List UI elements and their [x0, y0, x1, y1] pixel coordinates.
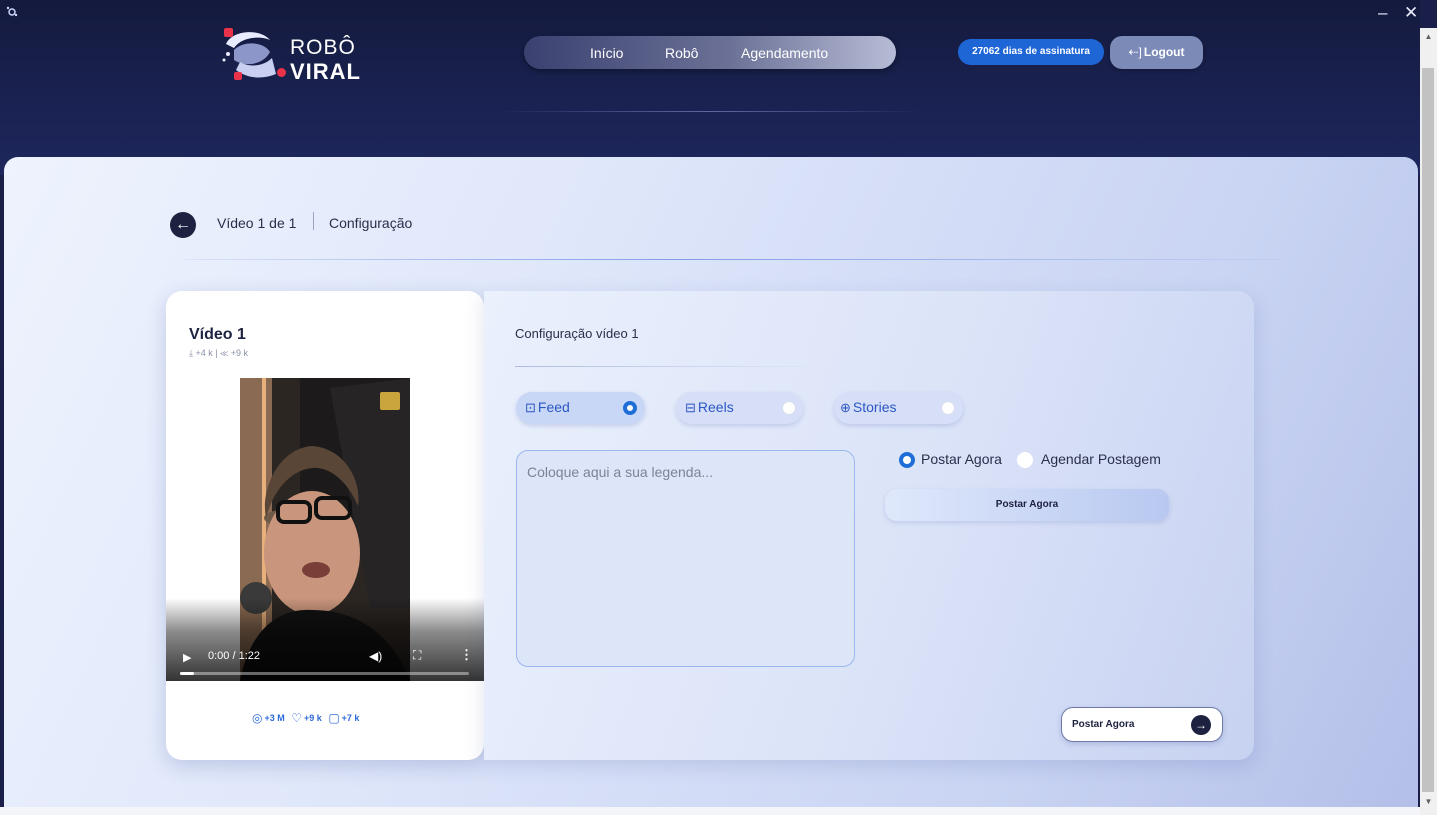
instagram-icon: ⊡ [525, 400, 536, 415]
logout-button[interactable]: ⇠] Logout [1110, 36, 1203, 69]
window-minimize-button[interactable]: – [1378, 4, 1387, 21]
fullscreen-icon[interactable]: ⛶ [413, 648, 421, 663]
mode-label-post-now[interactable]: Postar Agora [921, 451, 1002, 467]
likes-stat: ♡ +9 k [291, 711, 322, 725]
video-downloads: +4 k [195, 348, 213, 358]
type-option-reels-label-wrap: ⊟ Reels [685, 399, 734, 416]
video-progress-bar[interactable] [180, 672, 469, 675]
video-card: Vídeo 1 ⤓ +4 k | ≪ +9 k ▶ 0:00 / 1:22 ◀)… [166, 291, 484, 760]
app-icon [6, 6, 18, 21]
share-icon: ≪ [220, 348, 229, 358]
window-close-button[interactable]: ✕ [1404, 4, 1418, 21]
post-now-wide-button[interactable]: Postar Agora [885, 489, 1169, 521]
video-controls: ▶ 0:00 / 1:22 ◀) ⛶ ⋮ [166, 598, 484, 681]
arrow-right-icon: → [1191, 715, 1211, 735]
type-option-stories-label: Stories [852, 399, 897, 415]
comments-stat: ▢ +7 k [328, 711, 359, 725]
type-option-feed[interactable]: ⊡ Feed [516, 392, 645, 424]
play-icon[interactable]: ▶ [183, 651, 191, 664]
views-count: +3 M [264, 713, 285, 723]
reels-icon: ⊟ [685, 400, 696, 415]
scroll-down-arrow-icon[interactable]: ▼ [1420, 795, 1437, 809]
likes-count: +9 k [304, 713, 322, 723]
comments-count: +7 k [341, 713, 360, 723]
more-options-icon[interactable]: ⋮ [460, 647, 473, 663]
mode-radio-post-now[interactable] [899, 452, 915, 468]
type-option-reels-label: Reels [697, 399, 734, 415]
video-shares: +9 k [230, 348, 249, 358]
heart-icon: ♡ [291, 711, 303, 725]
comment-icon: ▢ [328, 711, 340, 725]
logout-icon: ⇠] [1128, 45, 1142, 59]
type-option-feed-label-wrap: ⊡ Feed [525, 399, 570, 416]
mode-label-schedule[interactable]: Agendar Postagem [1041, 451, 1161, 467]
video-progress-fill [180, 672, 195, 675]
video-time: 0:00 / 1:22 [208, 650, 260, 662]
video-title: Vídeo 1 [189, 326, 246, 343]
scrollbar-thumb[interactable] [1422, 68, 1434, 792]
type-option-reels[interactable]: ⊟ Reels [676, 392, 803, 424]
subscription-badge: 27062 dias de assinatura [958, 39, 1104, 65]
robot-viral-logo-icon [222, 28, 276, 80]
logo-dot [277, 68, 286, 77]
breadcrumb-separator [313, 212, 314, 230]
bottom-strip [0, 807, 1420, 815]
nav-item-agendamento[interactable]: Agendamento [741, 45, 828, 61]
config-divider [515, 366, 825, 367]
logout-label: Logout [1143, 45, 1185, 59]
nav-item-robo[interactable]: Robô [665, 45, 698, 61]
breadcrumb-divider [185, 259, 1280, 260]
type-option-feed-label: Feed [537, 399, 570, 415]
stories-icon: ⊕ [840, 400, 851, 415]
back-button[interactable]: ← [170, 212, 196, 238]
type-option-feed-radio[interactable] [623, 401, 637, 415]
nav-item-inicio[interactable]: Início [590, 45, 623, 61]
arrow-left-icon: ← [175, 216, 191, 233]
type-option-stories[interactable]: ⊕ Stories [834, 392, 963, 424]
type-option-stories-radio[interactable] [941, 401, 955, 415]
config-card: Configuração vídeo 1 ⊡ Feed ⊟ Reels ⊕ Stori… [484, 291, 1254, 760]
download-icon: ⤓ [189, 348, 193, 358]
mode-radio-schedule[interactable] [1017, 452, 1033, 468]
brand-name-line1: ROBÔ [290, 36, 356, 59]
eye-icon: ◎ [252, 711, 263, 725]
views-stat: ◎ +3 M [252, 711, 285, 725]
config-title: Configuração vídeo 1 [515, 326, 639, 341]
breadcrumb-video: Vídeo 1 de 1 [217, 215, 297, 231]
breadcrumb-section: Configuração [329, 215, 413, 231]
brand-name-line2: VIRAL [290, 59, 361, 84]
nav-divider [498, 111, 922, 112]
brand-logo: ROBÔ VIRAL [220, 24, 370, 84]
caption-input[interactable] [516, 450, 855, 667]
post-now-button-label: Postar Agora [1072, 719, 1135, 730]
video-player[interactable]: ▶ 0:00 / 1:22 ◀) ⛶ ⋮ [166, 378, 484, 681]
video-stats: ◎ +3 M ♡ +9 k ▢ +7 k [252, 711, 363, 725]
scroll-up-arrow-icon[interactable]: ▲ [1420, 30, 1437, 44]
type-option-reels-radio[interactable] [782, 401, 796, 415]
type-option-stories-label-wrap: ⊕ Stories [840, 399, 896, 416]
volume-icon[interactable]: ◀) [369, 649, 382, 663]
top-header: – ✕ ROBÔ VIRAL Início Robô Agendamento 2… [0, 0, 1420, 175]
main-nav: Início Robô Agendamento [524, 36, 896, 69]
post-now-button[interactable]: Postar Agora → [1061, 707, 1223, 742]
video-meta: ⤓ +4 k | ≪ +9 k [189, 348, 248, 359]
